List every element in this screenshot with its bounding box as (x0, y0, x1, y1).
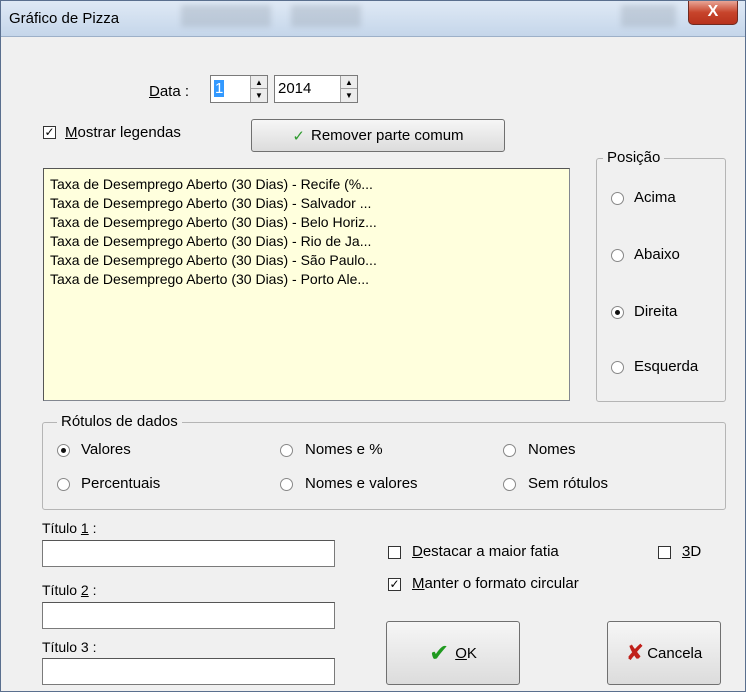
month-down-icon[interactable]: ▼ (251, 89, 267, 102)
position-below-label[interactable]: Abaixo (634, 246, 680, 263)
position-group-title: Posição (603, 149, 665, 166)
title3-label: Título 3 : (42, 639, 97, 655)
dialog-window: Gráfico de Pizza X Data : 1 ▲ ▼ 2014 ▲ ▼… (0, 0, 746, 692)
position-above-label[interactable]: Acima (634, 189, 676, 206)
labels-names-percent-label[interactable]: Nomes e % (305, 441, 383, 458)
keep-circular-label[interactable]: Manter o formato circular (412, 575, 579, 592)
position-above-radio[interactable] (611, 192, 624, 205)
close-icon: X (707, 3, 719, 20)
month-spinner-arrows[interactable]: ▲ ▼ (250, 76, 267, 102)
background-window-ghost (621, 5, 676, 27)
position-left-radio[interactable] (611, 361, 624, 374)
highlight-largest-slice-checkbox[interactable] (388, 546, 401, 559)
ok-label: OK (455, 644, 477, 662)
title3-input[interactable] (42, 658, 335, 685)
list-item[interactable]: Taxa de Desemprego Aberto (30 Dias) - Sã… (50, 252, 377, 268)
window-title: Gráfico de Pizza (9, 10, 120, 27)
three-d-label[interactable]: 3D (682, 543, 701, 560)
title1-label: Título 1 : (42, 520, 97, 536)
labels-values-radio[interactable] (57, 444, 70, 457)
ok-button[interactable]: ✔ OK (386, 621, 520, 685)
year-spinner-arrows[interactable]: ▲ ▼ (340, 76, 357, 102)
labels-names-percent-radio[interactable] (280, 444, 293, 457)
background-window-ghost (181, 5, 271, 27)
labels-names-label[interactable]: Nomes (528, 441, 576, 458)
show-legends-checkbox[interactable]: ✓ (43, 126, 56, 139)
legend-list[interactable]: Taxa de Desemprego Aberto (30 Dias) - Re… (43, 168, 570, 401)
three-d-checkbox[interactable] (658, 546, 671, 559)
labels-none-radio[interactable] (503, 478, 516, 491)
list-item[interactable]: Taxa de Desemprego Aberto (30 Dias) - Ri… (50, 233, 371, 249)
data-labels-group-title: Rótulos de dados (57, 413, 182, 430)
labels-percentages-radio[interactable] (57, 478, 70, 491)
year-up-icon[interactable]: ▲ (341, 76, 357, 89)
month-spinner[interactable]: 1 ▲ ▼ (210, 75, 268, 103)
labels-values-label[interactable]: Valores (81, 441, 131, 458)
cancel-button[interactable]: ✘ Cancela (607, 621, 721, 685)
labels-names-values-radio[interactable] (280, 478, 293, 491)
labels-none-label[interactable]: Sem rótulos (528, 475, 608, 492)
year-value[interactable]: 2014 (278, 80, 311, 97)
date-label: Data : (149, 83, 190, 100)
dialog-client-area: Data : 1 ▲ ▼ 2014 ▲ ▼ ✓ Mostrar legendas… (1, 38, 745, 692)
list-item[interactable]: Taxa de Desemprego Aberto (30 Dias) - Be… (50, 214, 377, 230)
list-item[interactable]: Taxa de Desemprego Aberto (30 Dias) - Sa… (50, 195, 371, 211)
x-icon: ✘ (625, 640, 645, 665)
keep-circular-checkbox[interactable]: ✓ (388, 578, 401, 591)
position-left-label[interactable]: Esquerda (634, 358, 698, 375)
check-icon: ✔ (429, 639, 450, 667)
remove-common-part-label: Remover parte comum (311, 127, 464, 144)
position-group: Posição Acima Abaixo Direita Esquerda (596, 149, 726, 402)
month-up-icon[interactable]: ▲ (251, 76, 267, 89)
labels-percentages-label[interactable]: Percentuais (81, 475, 160, 492)
year-down-icon[interactable]: ▼ (341, 89, 357, 102)
highlight-largest-slice-label[interactable]: Destacar a maior fatia (412, 543, 559, 560)
cancel-label: Cancela (647, 644, 703, 662)
year-spinner[interactable]: 2014 ▲ ▼ (274, 75, 358, 103)
title-bar[interactable]: Gráfico de Pizza X (1, 1, 745, 37)
data-labels-group: Rótulos de dados Valores Nomes e % Nomes… (42, 413, 726, 510)
title1-input[interactable] (42, 540, 335, 567)
remove-common-part-button[interactable]: ✓ Remover parte comum (251, 119, 505, 152)
check-icon: ✓ (292, 127, 305, 145)
background-window-ghost (291, 5, 361, 27)
show-legends-label[interactable]: Mostrar legendas (65, 124, 181, 141)
list-item[interactable]: Taxa de Desemprego Aberto (30 Dias) - Po… (50, 271, 369, 287)
title2-input[interactable] (42, 602, 335, 629)
position-right-label[interactable]: Direita (634, 303, 677, 320)
title2-label: Título 2 : (42, 582, 97, 598)
month-value[interactable]: 1 (214, 80, 225, 97)
labels-names-radio[interactable] (503, 444, 516, 457)
position-below-radio[interactable] (611, 249, 624, 262)
list-item[interactable]: Taxa de Desemprego Aberto (30 Dias) - Re… (50, 176, 373, 192)
position-right-radio[interactable] (611, 306, 624, 319)
close-button[interactable]: X (688, 1, 738, 25)
labels-names-values-label[interactable]: Nomes e valores (305, 475, 418, 492)
